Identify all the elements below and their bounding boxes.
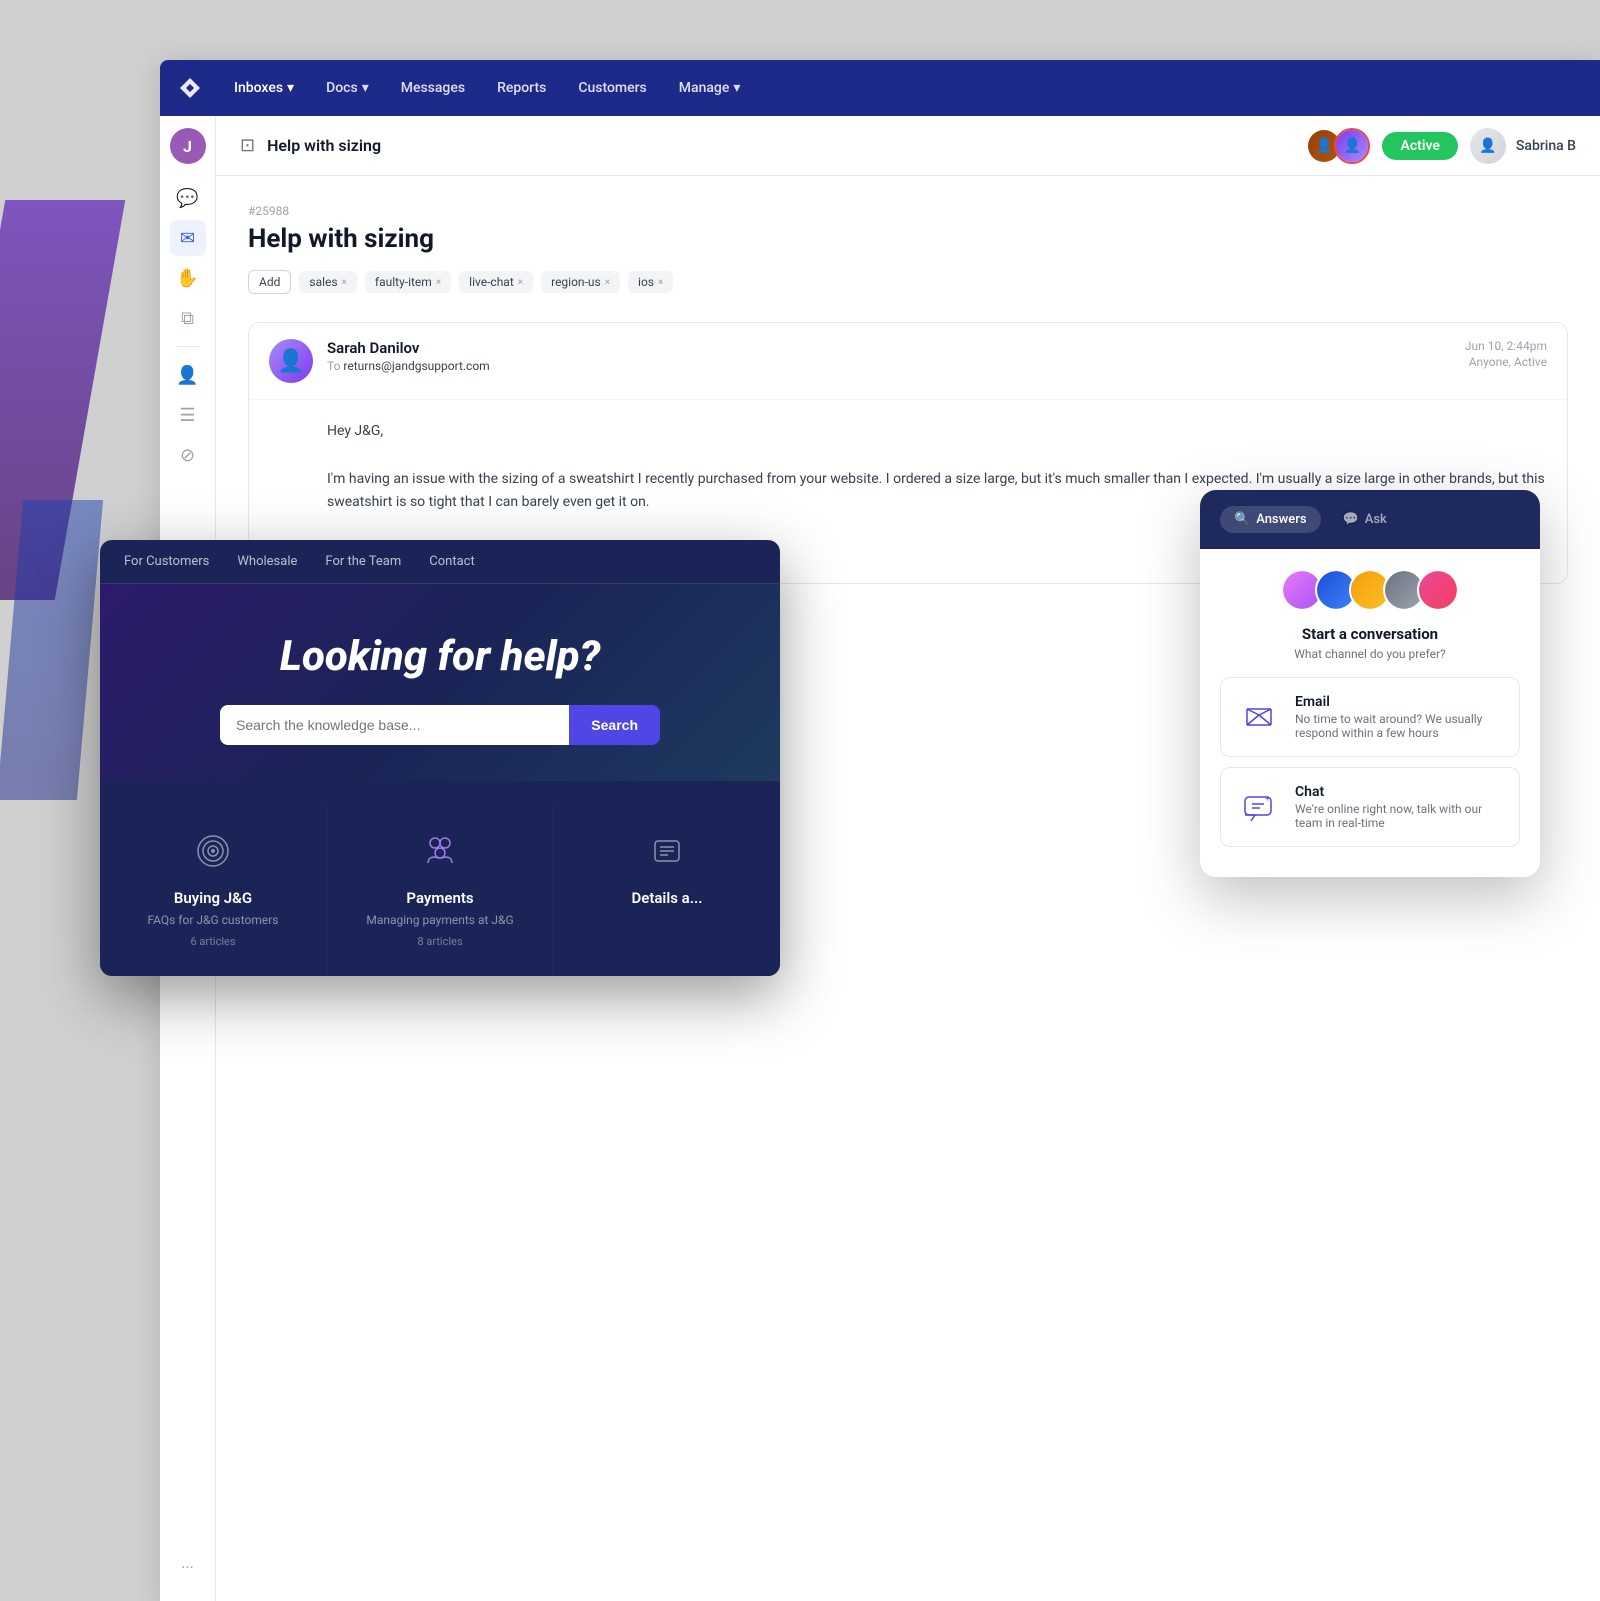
buying-icon (120, 833, 306, 877)
current-user-name: Sabrina B (1516, 138, 1576, 154)
remove-tag-region-us[interactable]: × (605, 277, 610, 288)
sidebar-item-hand[interactable]: ✋ (170, 260, 206, 296)
hc-category-details[interactable]: Details a... (554, 805, 780, 976)
nav-manage[interactable]: Manage ▾ (665, 74, 755, 102)
help-center-overlay: For Customers Wholesale For the Team Con… (100, 540, 780, 976)
tag-region-us: region-us × (541, 271, 620, 293)
hc-nav: For Customers Wholesale For the Team Con… (100, 540, 780, 584)
hc-search-row: Search (220, 705, 660, 745)
sidebar-item-block[interactable]: ⊘ (170, 437, 206, 473)
team-avatar-5 (1417, 569, 1459, 611)
top-nav: Inboxes ▾ Docs ▾ Messages Reports Custom… (160, 60, 1600, 116)
conversation-subject: Help with sizing (248, 224, 1568, 254)
chat-option-chat-name: Chat (1295, 784, 1503, 800)
message-time-col: Jun 10, 2:44pm Anyone, Active (1465, 339, 1547, 369)
chat-widget-body: Start a conversation What channel do you… (1200, 549, 1540, 877)
chat-widget-header: 🔍 Answers 💬 Ask (1200, 490, 1540, 549)
tags-row: Add sales × faulty-item × live-chat × r (248, 270, 1568, 294)
hc-category-buying[interactable]: Buying J&G FAQs for J&G customers 6 arti… (100, 805, 326, 976)
sidebar-more[interactable]: ··· (181, 1558, 194, 1589)
status-badge[interactable]: Active (1382, 132, 1457, 160)
remove-tag-sales[interactable]: × (342, 277, 347, 288)
hc-hero: Looking for help? Search (100, 584, 780, 781)
chat-tab-ask[interactable]: 💬 Ask (1329, 506, 1401, 533)
user-avatar[interactable]: J (170, 128, 206, 164)
remove-tag-live-chat[interactable]: × (518, 277, 523, 288)
hc-nav-team[interactable]: For the Team (325, 554, 401, 569)
nav-customers[interactable]: Customers (564, 74, 660, 102)
nav-docs[interactable]: Docs ▾ (312, 74, 383, 102)
hc-search-input[interactable] (220, 705, 569, 745)
hc-nav-contact[interactable]: Contact (429, 554, 474, 569)
sidebar-item-inbox[interactable]: ✉ (170, 220, 206, 256)
sender-avatar: 👤 (269, 339, 313, 383)
conversation-title: Help with sizing (267, 136, 1306, 155)
conversation-id: #25988 (248, 204, 1568, 218)
hc-cat-buying-desc: FAQs for J&G customers (120, 913, 306, 927)
sidebar-item-person[interactable]: 👤 (170, 357, 206, 393)
chat-option-email-desc: No time to wait around? We usually respo… (1295, 712, 1503, 740)
chat-option-email-info: Email No time to wait around? We usually… (1295, 694, 1503, 740)
logo (176, 74, 204, 102)
sidebar-divider (176, 346, 200, 347)
nav-messages[interactable]: Messages (387, 74, 479, 102)
hc-cat-payments-name: Payments (347, 889, 533, 907)
hc-cat-details-name: Details a... (574, 889, 760, 907)
chat-option-email[interactable]: Email No time to wait around? We usually… (1220, 677, 1520, 757)
hc-hero-bg (100, 584, 780, 781)
chat-option-chat[interactable]: + Chat We're online right now, talk with… (1220, 767, 1520, 847)
chat-team-avatars (1220, 569, 1520, 611)
chat-icon: + (1237, 785, 1281, 829)
message-availability: Anyone, Active (1465, 355, 1547, 369)
payments-icon (347, 833, 533, 877)
current-user-avatar: 👤 (1470, 128, 1506, 164)
chat-start-subtitle: What channel do you prefer? (1220, 647, 1520, 661)
tag-faulty-item: faulty-item × (365, 271, 451, 293)
hc-cat-buying-name: Buying J&G (120, 889, 306, 907)
message-meta: Sarah Danilov To returns@jandgsupport.co… (327, 339, 1451, 373)
avatar-2: 👤 (1334, 128, 1370, 164)
hc-categories: Buying J&G FAQs for J&G customers 6 arti… (100, 805, 780, 976)
chat-widget: 🔍 Answers 💬 Ask Star (1200, 490, 1540, 877)
remove-tag-ios[interactable]: × (658, 277, 663, 288)
tag-sales: sales × (299, 271, 357, 293)
nav-inboxes[interactable]: Inboxes ▾ (220, 74, 308, 102)
hc-nav-customers[interactable]: For Customers (124, 554, 209, 569)
message-time: Jun 10, 2:44pm (1465, 339, 1547, 353)
hc-cat-payments-articles: 8 articles (347, 935, 533, 948)
chat-start-title: Start a conversation (1220, 625, 1520, 643)
assigned-avatars: 👤 👤 (1306, 128, 1370, 164)
hc-nav-wholesale[interactable]: Wholesale (237, 554, 297, 569)
chat-tab-answers[interactable]: 🔍 Answers (1220, 506, 1321, 533)
remove-tag-faulty-item[interactable]: × (436, 277, 441, 288)
conversation-header: ⊡ Help with sizing 👤 👤 Active 👤 Sabrina … (216, 116, 1600, 176)
hc-title: Looking for help? (124, 632, 756, 681)
sidebar-item-chat[interactable]: 💬 (170, 180, 206, 216)
sidebar-toggle-icon[interactable]: ⊡ (240, 135, 255, 156)
message-header: 👤 Sarah Danilov To returns@jandgsupport.… (249, 323, 1567, 400)
nav-reports[interactable]: Reports (483, 74, 560, 102)
chat-option-email-name: Email (1295, 694, 1503, 710)
add-tag-button[interactable]: Add (248, 270, 291, 294)
sender-name: Sarah Danilov (327, 339, 1451, 357)
sidebar-item-copy[interactable]: ⧉ (170, 300, 206, 336)
sidebar-item-list[interactable]: ☰ (170, 397, 206, 433)
hc-cat-payments-desc: Managing payments at J&G (347, 913, 533, 927)
tag-live-chat: live-chat × (459, 271, 533, 293)
chat-option-chat-desc: We're online right now, talk with our te… (1295, 802, 1503, 830)
hc-cat-buying-articles: 6 articles (120, 935, 306, 948)
tag-ios: ios × (628, 271, 673, 293)
chat-option-chat-info: Chat We're online right now, talk with o… (1295, 784, 1503, 830)
details-icon (574, 833, 760, 877)
sender-to: To returns@jandgsupport.com (327, 359, 1451, 373)
hc-category-payments[interactable]: Payments Managing payments at J&G 8 arti… (327, 805, 553, 976)
svg-text:+: + (1265, 794, 1270, 803)
current-user: 👤 Sabrina B (1470, 128, 1576, 164)
email-icon (1237, 695, 1281, 739)
hc-search-button[interactable]: Search (569, 705, 660, 745)
